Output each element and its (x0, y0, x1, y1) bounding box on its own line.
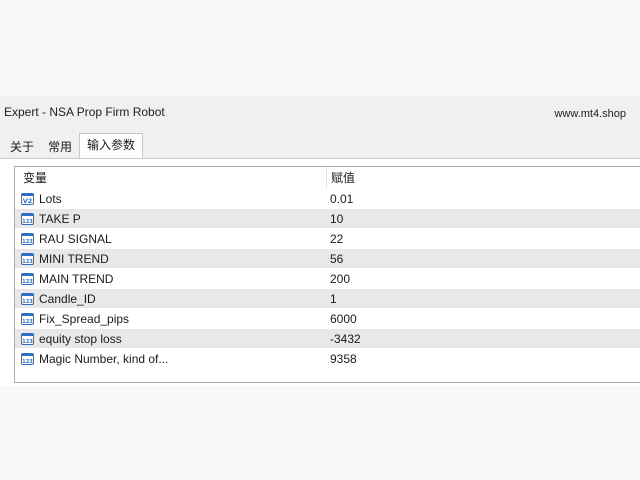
integer-value-icon: 123 (21, 232, 34, 245)
parameter-name-cell: 123 MINI TREND (15, 252, 326, 266)
parameter-value-cell[interactable]: 56 (326, 252, 640, 266)
tab-bar: 关于 常用 输入参数 (3, 133, 144, 158)
integer-value-icon: 123 (21, 332, 34, 345)
svg-text:123: 123 (22, 339, 33, 345)
integer-value-icon: 123 (21, 312, 34, 325)
parameter-name-cell: 123 Fix_Spread_pips (15, 312, 326, 326)
grid-rows: V2 Lots 0.01 123 TAKE P 10 123 RAU SIGNAL 22 123 M… (15, 189, 640, 369)
table-row[interactable]: V2 Lots 0.01 (15, 189, 640, 209)
parameter-name: Fix_Spread_pips (39, 311, 130, 326)
tab-about[interactable]: 关于 (3, 137, 41, 157)
parameter-value-cell[interactable]: -3432 (326, 332, 640, 346)
parameter-value-cell[interactable]: 1 (326, 292, 640, 306)
parameter-name: Magic Number, kind of... (39, 351, 169, 366)
integer-value-icon: 123 (21, 292, 34, 305)
table-row[interactable]: 123 MINI TREND 56 (15, 249, 640, 269)
table-row[interactable]: 123 Candle_ID 1 (15, 289, 640, 309)
table-row[interactable]: 123 TAKE P 10 (15, 209, 640, 229)
tab-common[interactable]: 常用 (41, 137, 79, 157)
svg-text:123: 123 (22, 319, 33, 325)
column-header-value[interactable]: 赋值 (326, 167, 640, 189)
parameter-name-cell: 123 Magic Number, kind of... (15, 352, 326, 366)
parameter-name-cell: 123 RAU SIGNAL (15, 232, 326, 246)
double-value-icon: V2 (21, 192, 34, 205)
svg-text:123: 123 (22, 299, 33, 305)
parameter-name-cell: 123 TAKE P (15, 212, 326, 226)
parameters-grid[interactable]: 变量 赋值 V2 Lots 0.01 123 TAKE P 10 123 RAU SIGNAL… (14, 166, 640, 383)
svg-text:V2: V2 (23, 197, 33, 205)
parameter-value-cell[interactable]: 9358 (326, 352, 640, 366)
parameter-name: MINI TREND (39, 251, 109, 266)
parameter-name-cell: 123 Candle_ID (15, 292, 326, 306)
parameter-value-cell[interactable]: 0.01 (326, 192, 640, 206)
parameter-name-cell: 123 MAIN TREND (15, 272, 326, 286)
parameter-value-cell[interactable]: 6000 (326, 312, 640, 326)
integer-value-icon: 123 (21, 272, 34, 285)
column-header-variable[interactable]: 变量 (15, 169, 326, 186)
expert-properties-window: Expert - NSA Prop Firm Robot www.mt4.sho… (0, 96, 640, 386)
parameter-name: TAKE P (39, 211, 81, 226)
table-row[interactable]: 123 Magic Number, kind of... 9358 (15, 349, 640, 369)
window-title: Expert - NSA Prop Firm Robot (4, 105, 165, 119)
svg-text:123: 123 (22, 359, 33, 365)
parameter-name: Lots (39, 191, 62, 206)
table-row[interactable]: 123 RAU SIGNAL 22 (15, 229, 640, 249)
parameter-value-cell[interactable]: 22 (326, 232, 640, 246)
svg-text:123: 123 (22, 219, 33, 225)
svg-text:123: 123 (22, 259, 33, 265)
integer-value-icon: 123 (21, 212, 34, 225)
integer-value-icon: 123 (21, 252, 34, 265)
table-row[interactable]: 123 MAIN TREND 200 (15, 269, 640, 289)
table-row[interactable]: 123 equity stop loss -3432 (15, 329, 640, 349)
parameter-name: equity stop loss (39, 331, 122, 346)
parameter-name: MAIN TREND (39, 271, 114, 286)
inputs-panel: 变量 赋值 V2 Lots 0.01 123 TAKE P 10 123 RAU SIGNAL… (0, 159, 640, 386)
parameter-value-cell[interactable]: 200 (326, 272, 640, 286)
table-row[interactable]: 123 Fix_Spread_pips 6000 (15, 309, 640, 329)
grid-header: 变量 赋值 (15, 167, 640, 189)
svg-text:123: 123 (22, 279, 33, 285)
parameter-name-cell: 123 equity stop loss (15, 332, 326, 346)
integer-value-icon: 123 (21, 352, 34, 365)
parameter-name: RAU SIGNAL (39, 231, 112, 246)
parameter-name-cell: V2 Lots (15, 192, 326, 206)
tab-inputs[interactable]: 输入参数 (79, 133, 144, 158)
watermark-text: www.mt4.shop (554, 108, 626, 120)
parameter-name: Candle_ID (39, 291, 96, 306)
parameter-value-cell[interactable]: 10 (326, 212, 640, 226)
svg-text:123: 123 (22, 239, 33, 245)
